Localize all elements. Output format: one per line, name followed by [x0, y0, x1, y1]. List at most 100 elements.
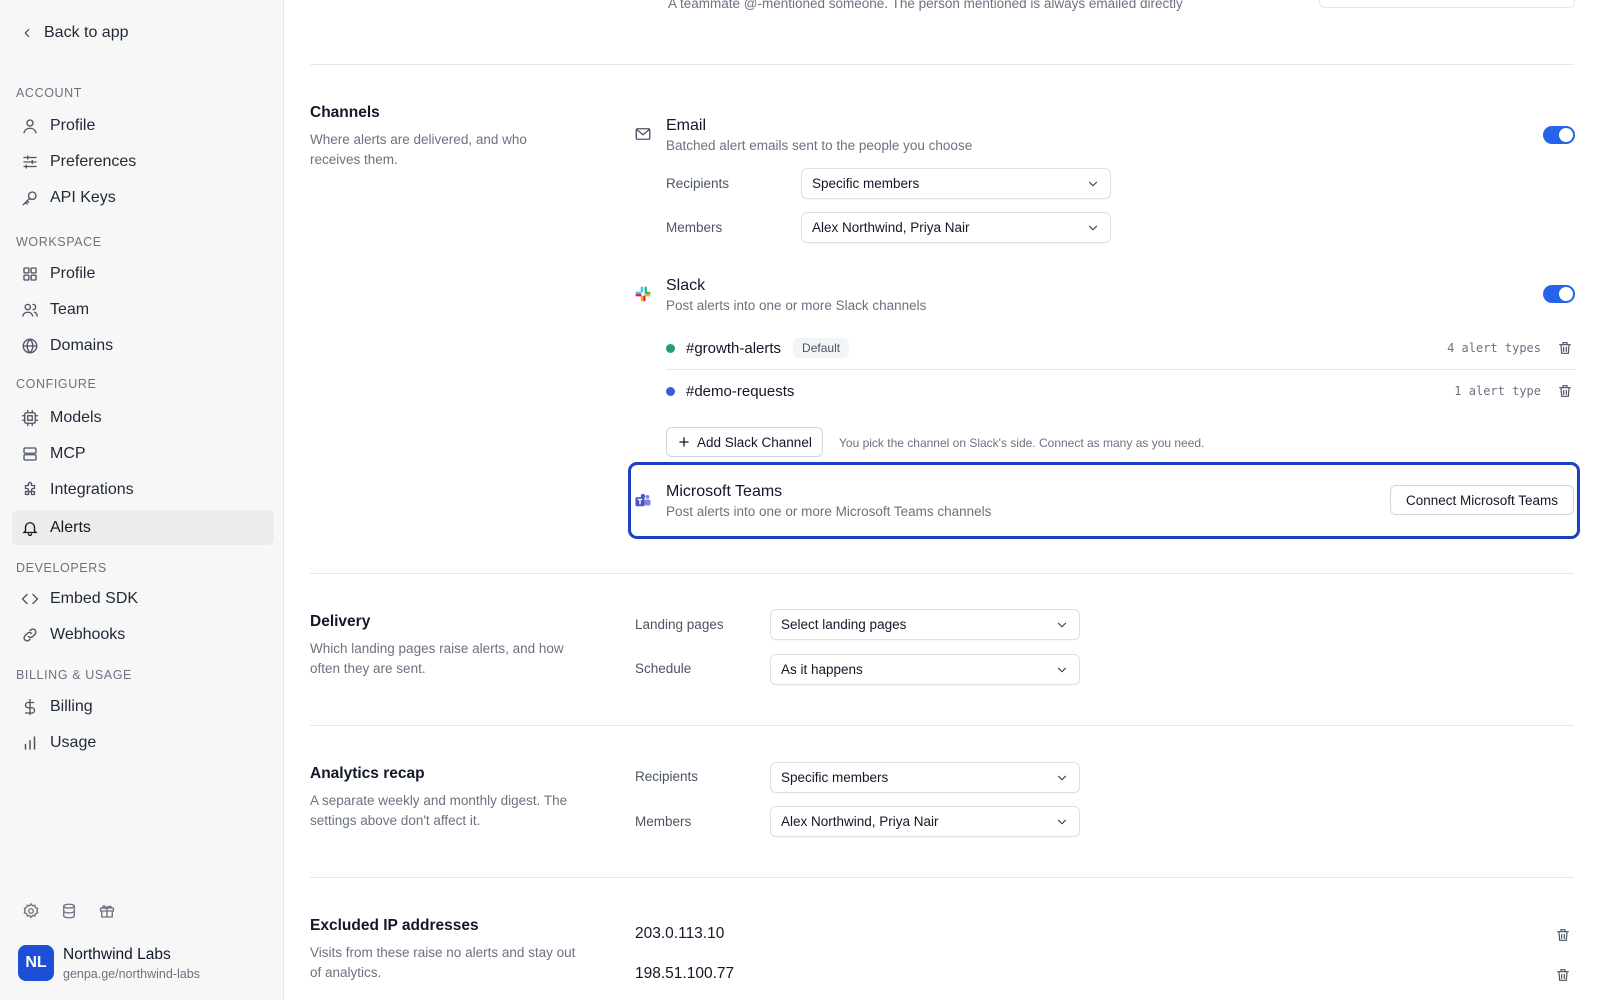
recap-recipients-select[interactable]: Specific members	[770, 762, 1080, 793]
sidebar-item-label: API Keys	[50, 188, 116, 206]
sidebar-item-preferences[interactable]: Preferences	[12, 144, 274, 179]
sidebar-item-billing[interactable]: Billing	[12, 689, 274, 724]
gift-icon[interactable]	[98, 902, 118, 922]
trash-icon[interactable]	[1557, 340, 1573, 356]
sidebar-item-team[interactable]: Team	[12, 292, 274, 327]
channels-description: Where alerts are delivered, and who rece…	[310, 132, 527, 167]
sidebar-item-label: Alerts	[50, 518, 91, 536]
trash-icon[interactable]	[1555, 967, 1571, 983]
connect-teams-button[interactable]: Connect Microsoft Teams	[1390, 485, 1574, 515]
chevron-down-icon	[1055, 771, 1069, 785]
chevron-down-icon	[1055, 618, 1069, 632]
channels-title: Channels	[310, 104, 380, 121]
add-slack-hint: You pick the channel on Slack's side. Co…	[839, 436, 1205, 450]
chevron-down-icon	[1055, 815, 1069, 829]
sidebar-item-label: Embed SDK	[50, 589, 139, 607]
sidebar-item-profile[interactable]: Profile	[12, 108, 274, 143]
schedule-select[interactable]: As it happens	[770, 654, 1080, 685]
dollar-icon	[20, 697, 40, 717]
grid-icon	[20, 264, 40, 284]
globe-icon	[20, 336, 40, 356]
recap-members-select[interactable]: Alex Northwind, Priya Nair	[770, 806, 1080, 837]
sidebar-item-embed-sdk[interactable]: Embed SDK	[12, 581, 274, 616]
ip-address: 203.0.113.10	[635, 925, 725, 942]
email-toggle[interactable]	[1543, 126, 1575, 144]
slack-channel-label: #demo-requests	[686, 382, 795, 400]
sidebar-item-label: Webhooks	[50, 625, 126, 643]
sidebar-item-label: MCP	[50, 444, 86, 462]
sidebar-item-webhooks[interactable]: Webhooks	[12, 617, 274, 652]
trash-icon[interactable]	[1557, 383, 1573, 399]
alerts-settings: A teammate @-mentioned someone. The pers…	[284, 0, 1600, 1000]
select-value: Alex Northwind, Priya Nair	[812, 220, 970, 235]
sidebar-item-integrations[interactable]: Integrations	[12, 472, 274, 507]
cpu-icon	[20, 408, 40, 428]
alert-types-count[interactable]: 4 alert types	[1447, 341, 1541, 355]
mail-icon	[633, 124, 653, 144]
section-label-developers: DEVELOPERS	[16, 561, 107, 575]
avatar: NL	[18, 945, 54, 981]
sidebar-item-models[interactable]: Models	[12, 400, 274, 435]
chevron-down-icon	[1086, 221, 1100, 235]
mention-alert-select[interactable]	[1319, 0, 1575, 8]
settings-icon[interactable]	[22, 902, 42, 922]
email-recipients-select[interactable]: Specific members	[801, 168, 1111, 199]
org-name: Northwind Labs	[63, 945, 171, 963]
org-url: genpa.ge/northwind-labs	[63, 966, 200, 981]
code-icon	[20, 589, 40, 609]
status-dot	[666, 343, 675, 353]
puzzle-icon	[20, 480, 40, 500]
select-value: Specific members	[812, 176, 920, 191]
landing-pages-label: Landing pages	[635, 617, 724, 632]
chevron-down-icon	[1055, 663, 1069, 677]
divider	[310, 725, 1574, 726]
teams-channel-description: Post alerts into one or more Microsoft T…	[666, 504, 992, 519]
email-recipients-label: Recipients	[666, 176, 730, 191]
sidebar-item-label: Profile	[50, 116, 96, 134]
chevron-left-icon	[20, 26, 34, 40]
landing-pages-select[interactable]: Select landing pages	[770, 609, 1080, 640]
sidebar: Back to app ACCOUNT Profile Preferences …	[0, 0, 284, 1000]
slack-channel-row: #growth-alerts Default 4 alert types	[666, 327, 1575, 369]
database-icon[interactable]	[60, 902, 80, 922]
section-label-configure: CONFIGURE	[16, 377, 97, 391]
sidebar-footer-icons	[22, 902, 118, 922]
bell-icon	[20, 518, 40, 538]
mention-alert-description: A teammate @-mentioned someone. The pers…	[668, 0, 1183, 11]
sidebar-item-alerts[interactable]: Alerts	[12, 510, 274, 545]
slack-channel-label: #growth-alerts	[686, 339, 782, 357]
back-to-app-link[interactable]: Back to app	[20, 24, 129, 42]
recap-title: Analytics recap	[310, 765, 425, 782]
sidebar-item-mcp[interactable]: MCP	[12, 436, 274, 471]
sidebar-item-usage[interactable]: Usage	[12, 725, 274, 760]
org-switcher[interactable]: NL Northwind Labs genpa.ge/northwind-lab…	[18, 945, 200, 981]
trash-icon[interactable]	[1555, 927, 1571, 943]
add-slack-channel-button[interactable]: Add Slack Channel	[666, 427, 823, 457]
bar-chart-icon	[20, 733, 40, 753]
sidebar-item-api-keys[interactable]: API Keys	[12, 180, 274, 215]
alert-types-count[interactable]: 1 alert type	[1454, 384, 1541, 398]
excluded-ips-description: Visits from these raise no alerts and st…	[310, 945, 576, 980]
recap-members-label: Members	[635, 814, 692, 829]
recap-description: A separate weekly and monthly digest. Th…	[310, 793, 568, 828]
recap-recipients-label: Recipients	[635, 769, 699, 784]
slack-toggle[interactable]	[1543, 285, 1575, 303]
sidebar-item-domains[interactable]: Domains	[12, 328, 274, 363]
sidebar-item-label: Billing	[50, 697, 93, 715]
email-members-label: Members	[666, 220, 723, 235]
select-value: Specific members	[781, 770, 889, 785]
microsoft-teams-icon	[633, 491, 653, 511]
sidebar-item-label: Models	[50, 408, 102, 426]
slack-channel-description: Post alerts into one or more Slack chann…	[666, 298, 927, 313]
schedule-label: Schedule	[635, 661, 692, 676]
excluded-ips-title: Excluded IP addresses	[310, 917, 479, 934]
slack-channel-name: Slack	[666, 277, 706, 294]
email-members-select[interactable]: Alex Northwind, Priya Nair	[801, 212, 1111, 243]
plus-icon	[677, 435, 691, 449]
user-icon	[20, 116, 40, 136]
sidebar-item-workspace-profile[interactable]: Profile	[12, 256, 274, 291]
select-value: Alex Northwind, Priya Nair	[781, 814, 939, 829]
section-label-account: ACCOUNT	[16, 86, 83, 100]
delivery-title: Delivery	[310, 613, 371, 630]
sliders-icon	[20, 152, 40, 172]
